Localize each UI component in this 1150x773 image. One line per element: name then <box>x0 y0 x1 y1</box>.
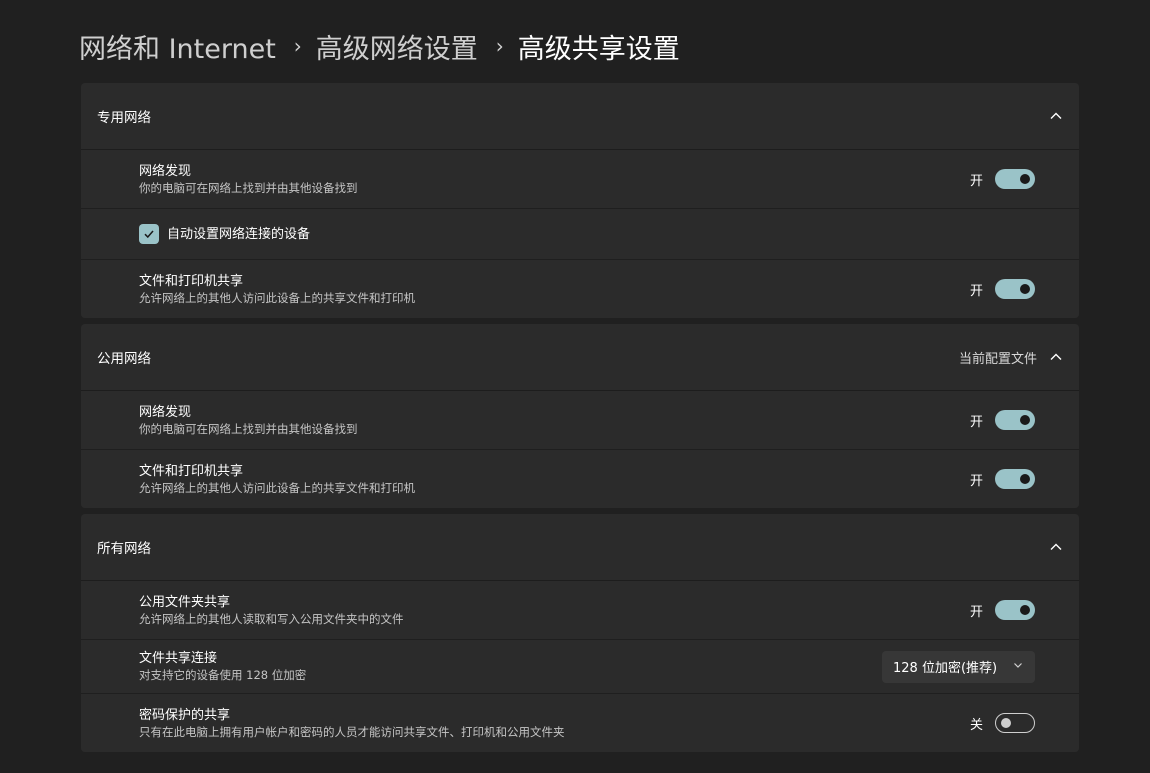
setting-description: 对支持它的设备使用 128 位加密 <box>139 668 307 682</box>
private-network-discovery-row: 网络发现 你的电脑可在网络上找到并由其他设备找到 开 <box>81 150 1079 209</box>
public-folder-sharing-row: 公用文件夹共享 允许网络上的其他人读取和写入公用文件夹中的文件 开 <box>81 581 1079 640</box>
public-network-title: 公用网络 <box>97 351 151 367</box>
toggle-knob <box>1020 415 1030 425</box>
breadcrumb-advanced-network-settings[interactable]: 高级网络设置 <box>316 27 478 66</box>
chevron-down-icon <box>1013 659 1023 674</box>
toggle-state-label: 关 <box>969 717 983 733</box>
setting-description: 只有在此电脑上拥有用户帐户和密码的人员才能访问共享文件、打印机和公用文件夹 <box>139 724 565 739</box>
toggle-knob <box>1020 284 1030 294</box>
check-icon <box>143 225 155 244</box>
setting-description: 允许网络上的其他人访问此设备上的共享文件和打印机 <box>139 480 415 495</box>
page-title: 高级共享设置 <box>517 33 680 65</box>
private-file-printer-sharing-toggle[interactable] <box>995 279 1035 299</box>
private-network-discovery-toggle[interactable] <box>995 169 1035 189</box>
toggle-knob <box>1020 605 1030 615</box>
private-network-title: 专用网络 <box>97 110 151 126</box>
breadcrumb-network-internet[interactable]: 网络和 Internet <box>79 27 276 66</box>
public-network-section: 公用网络 当前配置文件 网络发现 你的电脑可在网络上找到并由其他设备找到 开 文… <box>81 324 1079 508</box>
current-profile-badge: 当前配置文件 <box>958 351 1037 367</box>
all-networks-header[interactable]: 所有网络 <box>81 514 1079 581</box>
setting-title: 文件共享连接 <box>139 651 218 666</box>
toggle-state-label: 开 <box>969 414 983 430</box>
public-file-printer-sharing-toggle[interactable] <box>995 469 1035 489</box>
public-network-header[interactable]: 公用网络 当前配置文件 <box>81 324 1079 391</box>
file-sharing-connections-row: 文件共享连接 对支持它的设备使用 128 位加密 128 位加密(推荐) <box>81 640 1079 694</box>
chevron-up-icon[interactable] <box>1049 540 1063 554</box>
password-protected-sharing-row: 密码保护的共享 只有在此电脑上拥有用户帐户和密码的人员才能访问共享文件、打印机和… <box>81 694 1079 752</box>
setting-title: 网络发现 <box>139 404 192 420</box>
setting-description: 允许网络上的其他人读取和写入公用文件夹中的文件 <box>139 611 404 626</box>
toggle-knob <box>1020 474 1030 484</box>
public-folder-sharing-toggle[interactable] <box>995 600 1035 620</box>
password-protected-sharing-toggle[interactable] <box>995 713 1035 733</box>
private-network-header[interactable]: 专用网络 <box>81 83 1079 150</box>
setting-title: 公用文件夹共享 <box>139 594 231 610</box>
toggle-knob <box>1020 174 1030 184</box>
setting-description: 你的电脑可在网络上找到并由其他设备找到 <box>139 421 358 436</box>
all-networks-title: 所有网络 <box>97 541 151 557</box>
breadcrumb: 网络和 Internet › 高级网络设置 › 高级共享设置 <box>79 26 680 66</box>
auto-setup-row: 自动设置网络连接的设备 <box>81 209 1079 260</box>
chevron-up-icon[interactable] <box>1049 109 1063 123</box>
setting-description: 允许网络上的其他人访问此设备上的共享文件和打印机 <box>139 290 415 305</box>
all-networks-section: 所有网络 公用文件夹共享 允许网络上的其他人读取和写入公用文件夹中的文件 开 文… <box>81 514 1079 752</box>
setting-title: 文件和打印机共享 <box>139 463 244 479</box>
toggle-state-label: 开 <box>969 173 983 189</box>
breadcrumb-separator-icon: › <box>293 34 302 58</box>
breadcrumb-separator-icon: › <box>495 34 504 58</box>
setting-description: 你的电脑可在网络上找到并由其他设备找到 <box>139 180 358 195</box>
private-file-printer-sharing-row: 文件和打印机共享 允许网络上的其他人访问此设备上的共享文件和打印机 开 <box>81 260 1079 318</box>
chevron-up-icon[interactable] <box>1049 350 1063 364</box>
public-network-discovery-row: 网络发现 你的电脑可在网络上找到并由其他设备找到 开 <box>81 391 1079 450</box>
setting-title: 密码保护的共享 <box>139 707 231 723</box>
setting-title: 网络发现 <box>139 163 192 179</box>
encryption-dropdown[interactable]: 128 位加密(推荐) <box>882 650 1035 683</box>
auto-setup-label[interactable]: 自动设置网络连接的设备 <box>167 226 310 243</box>
public-file-printer-sharing-row: 文件和打印机共享 允许网络上的其他人访问此设备上的共享文件和打印机 开 <box>81 450 1079 508</box>
private-network-section: 专用网络 网络发现 你的电脑可在网络上找到并由其他设备找到 开 自动设置网络连接… <box>81 83 1079 318</box>
public-network-discovery-toggle[interactable] <box>995 410 1035 430</box>
setting-title: 文件和打印机共享 <box>139 273 244 289</box>
toggle-knob <box>1001 718 1011 728</box>
toggle-state-label: 开 <box>969 473 983 489</box>
auto-setup-checkbox[interactable] <box>139 224 159 244</box>
toggle-state-label: 开 <box>969 283 983 299</box>
encryption-selected-value: 128 位加密(推荐) <box>893 661 998 676</box>
toggle-state-label: 开 <box>969 604 983 620</box>
